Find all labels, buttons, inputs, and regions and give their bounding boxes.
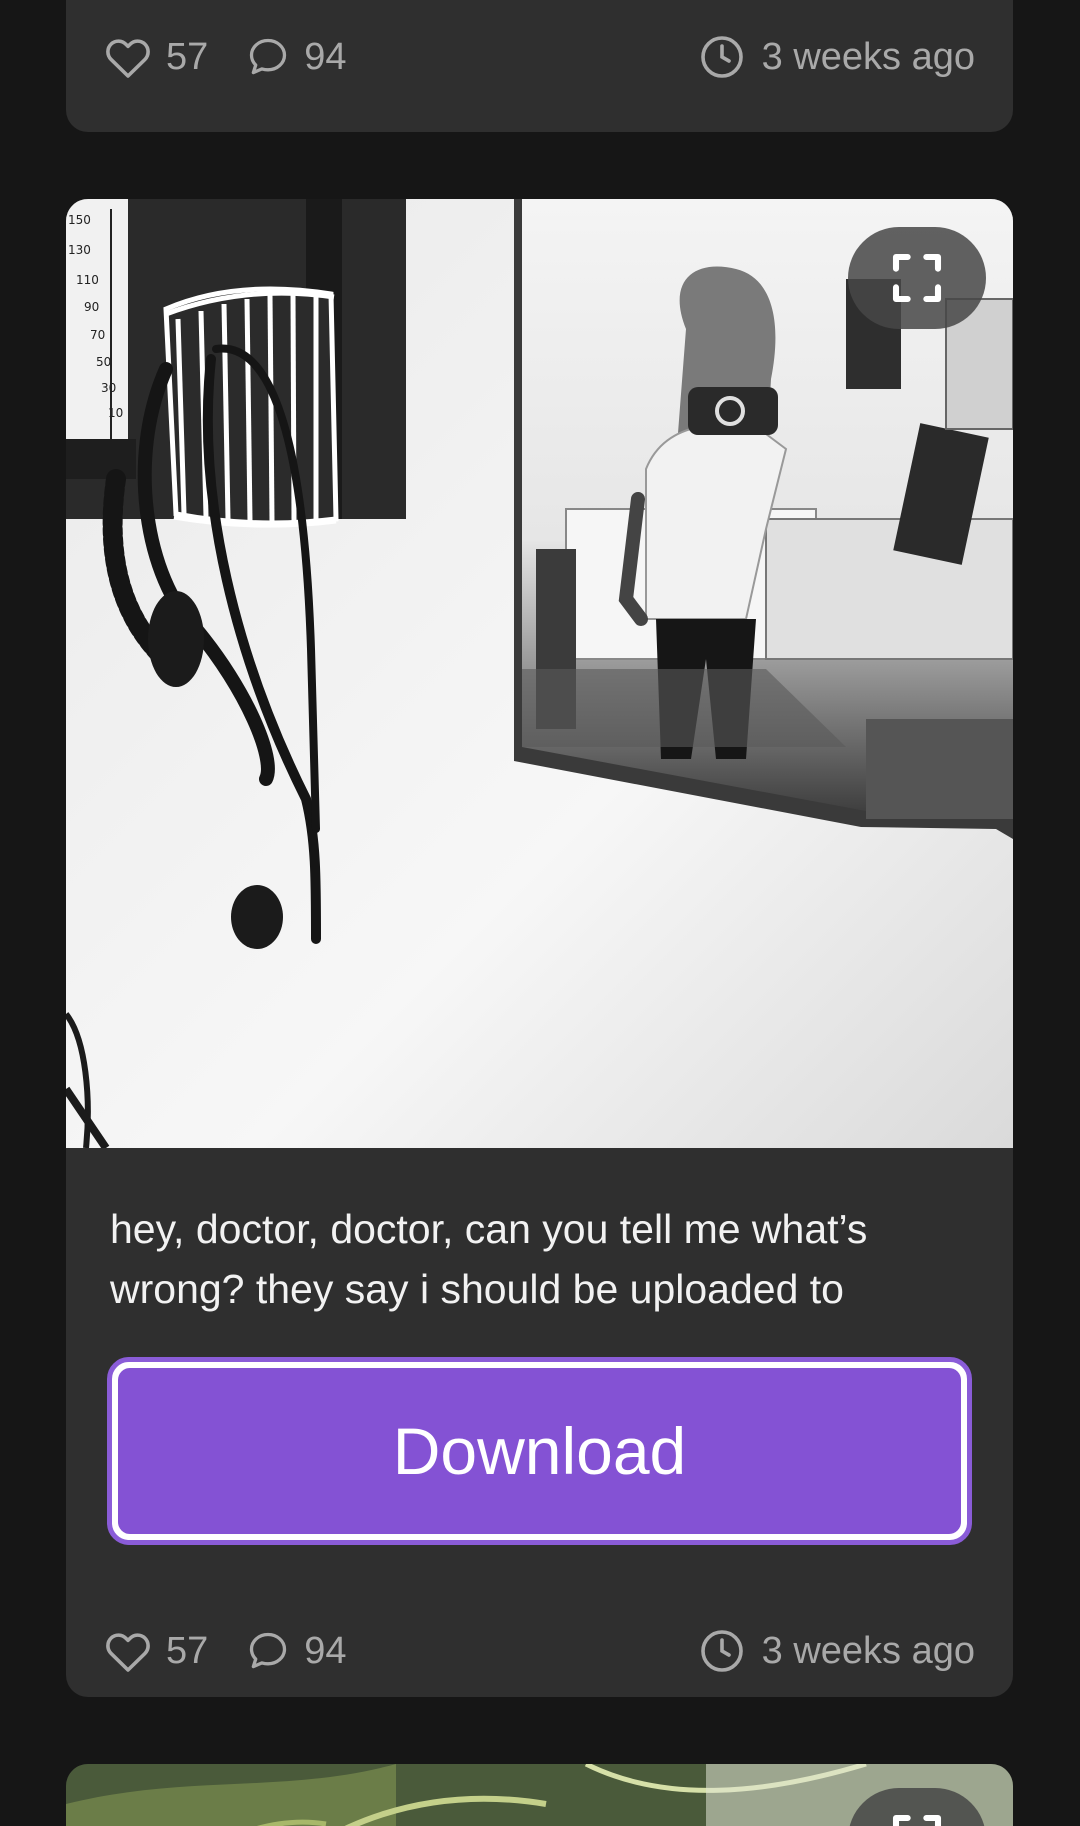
post-meta-row: 57 94 3 weeks ago [104, 29, 975, 85]
like-stat[interactable]: 57 [104, 35, 208, 79]
like-count: 57 [166, 35, 209, 78]
post-time-label: 3 weeks ago [761, 1629, 975, 1672]
expand-button[interactable] [848, 227, 986, 329]
heart-icon[interactable] [104, 35, 152, 79]
clock-icon [700, 36, 743, 78]
post-time: 3 weeks ago [698, 1627, 975, 1675]
fullscreen-icon [892, 253, 942, 303]
post-feed: 57 94 3 weeks ago 150 130 110 90 70 50 3… [0, 0, 1080, 1826]
comment-bubble-icon[interactable] [246, 1629, 290, 1673]
gauge-scale-label: 10 [108, 406, 123, 420]
post-card-next [66, 1764, 1013, 1826]
post-card-previous: 57 94 3 weeks ago [66, 0, 1013, 132]
gauge-scale-label: 130 [68, 243, 91, 257]
download-button[interactable]: Download [107, 1357, 972, 1545]
comment-stat[interactable]: 94 [246, 1629, 347, 1673]
post-photo-image: 150 130 110 90 70 50 30 10 [66, 199, 1013, 1148]
gauge-scale-label: 70 [90, 328, 105, 342]
post-photo[interactable]: 150 130 110 90 70 50 30 10 [66, 199, 1013, 1148]
comment-count: 94 [304, 1629, 347, 1672]
post-card: 150 130 110 90 70 50 30 10 hey, doctor, … [66, 199, 1013, 1697]
gauge-scale-label: 90 [84, 300, 99, 314]
gauge-scale-label: 150 [68, 213, 91, 227]
bp-bulb [148, 591, 204, 687]
post-time: 3 weeks ago [698, 33, 975, 81]
gauge-scale-label: 110 [76, 273, 99, 287]
post-time-label: 3 weeks ago [761, 35, 975, 78]
heart-icon[interactable] [104, 1629, 152, 1673]
clock-icon [700, 1630, 743, 1672]
comment-bubble-icon[interactable] [246, 35, 290, 79]
wire-basket [163, 286, 339, 528]
like-count: 57 [166, 1629, 209, 1672]
like-stat[interactable]: 57 [104, 1629, 208, 1673]
comment-stat[interactable]: 94 [246, 35, 347, 79]
post-meta-row: 57 94 3 weeks ago [104, 1623, 975, 1679]
download-button-label: Download [118, 1368, 961, 1534]
post-caption: hey, doctor, doctor, can you tell me wha… [110, 1206, 868, 1312]
gauge-scale-label: 30 [101, 381, 116, 395]
fullscreen-icon [892, 1814, 942, 1826]
bp-bulb-lower [231, 885, 283, 949]
comment-count: 94 [304, 35, 347, 78]
gauge-scale-label: 50 [96, 355, 111, 369]
